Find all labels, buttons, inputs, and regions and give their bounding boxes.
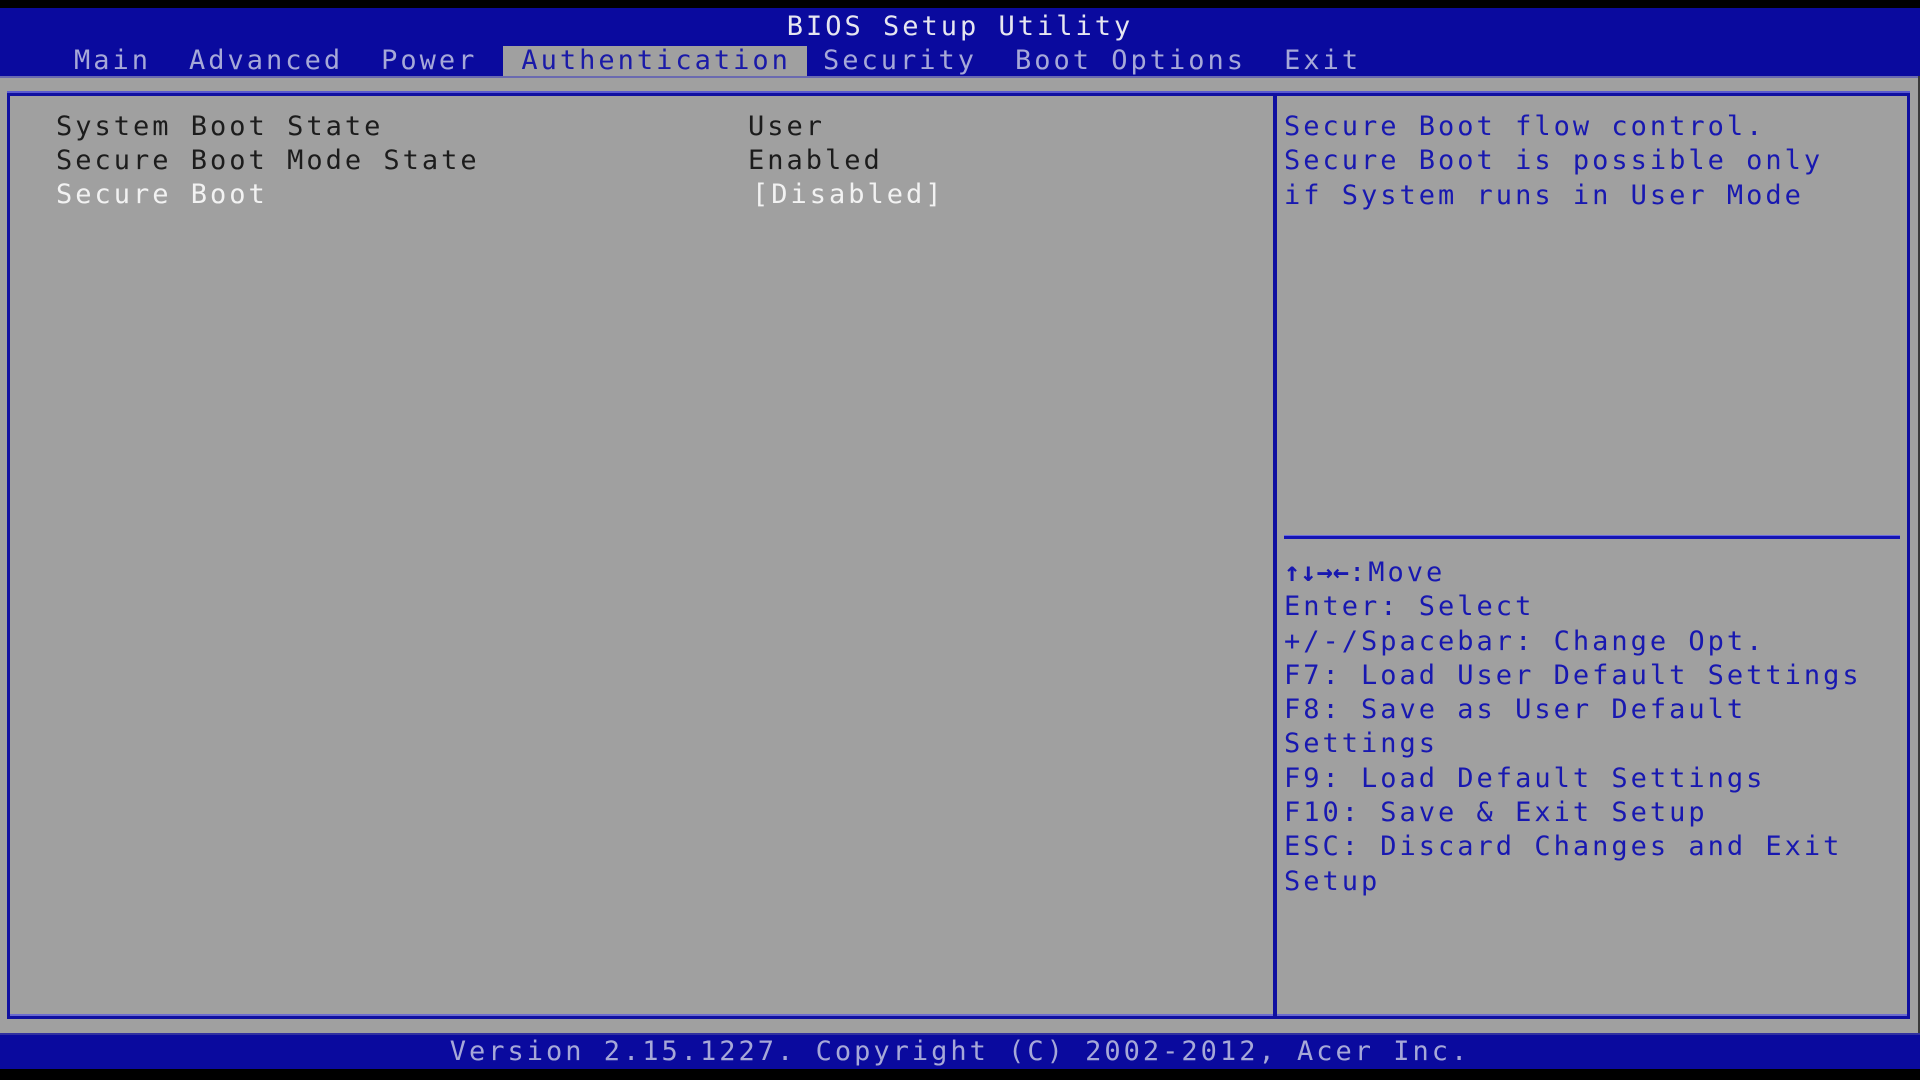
setting-label: System Boot State	[56, 111, 384, 142]
panel-divider	[1273, 93, 1277, 1019]
setting-label: Secure Boot Mode State	[56, 145, 480, 176]
setting-value: User	[748, 111, 826, 142]
setting-value: Enabled	[748, 145, 883, 176]
key-move-label: :Move	[1349, 557, 1446, 588]
tab-security[interactable]: Security	[813, 46, 987, 76]
key-line: F9: Load Default Settings	[1284, 762, 1766, 794]
help-line: Secure Boot is possible only	[1284, 145, 1824, 177]
version-copyright: Version 2.15.1227. Copyright (C) 2002-20…	[449, 1036, 1471, 1067]
setting-label[interactable]: Secure Boot	[56, 178, 268, 212]
tab-main[interactable]: Main	[64, 46, 161, 76]
help-line: Secure Boot flow control.	[1284, 111, 1766, 142]
bios-title: BIOS Setup Utility	[786, 11, 1134, 42]
help-line: if System runs in User Mode	[1284, 179, 1804, 211]
secure-boot-option-value[interactable]: [Disabled]	[752, 178, 945, 212]
tab-exit[interactable]: Exit	[1274, 46, 1371, 76]
top-black-bar	[0, 0, 1920, 8]
bios-header: BIOS Setup Utility Main Advanced Power A…	[0, 8, 1920, 76]
key-move: ↑↓→←:Move	[1284, 556, 1904, 590]
key-line: Setup	[1284, 865, 1381, 897]
key-line: Enter: Select	[1284, 591, 1535, 623]
tab-authentication[interactable]: Authentication	[503, 46, 807, 76]
key-line: ESC: Discard Changes and Exit	[1284, 831, 1843, 863]
help-text: Secure Boot flow control. Secure Boot is…	[1284, 110, 1894, 213]
key-line: +/-/Spacebar: Change Opt.	[1284, 625, 1766, 657]
key-legend: ↑↓→←:Move Enter: Select +/-/Spacebar: Ch…	[1284, 556, 1904, 899]
tab-power[interactable]: Power	[371, 46, 487, 76]
key-line: F8: Save as User Default	[1284, 694, 1747, 726]
tab-boot-options[interactable]: Boot Options	[1005, 46, 1256, 76]
tab-advanced[interactable]: Advanced	[179, 46, 353, 76]
bottom-black-bar	[0, 1069, 1920, 1080]
bios-footer: Version 2.15.1227. Copyright (C) 2002-20…	[0, 1033, 1920, 1069]
arrow-keys-icon: ↑↓→←	[1284, 557, 1350, 588]
tab-bar: Main Advanced Power Authentication Secur…	[64, 46, 1389, 76]
help-separator	[1284, 536, 1900, 539]
key-line: F10: Save & Exit Setup	[1284, 797, 1708, 829]
key-line: F7: Load User Default Settings	[1284, 659, 1862, 691]
key-line: Settings	[1284, 728, 1439, 760]
